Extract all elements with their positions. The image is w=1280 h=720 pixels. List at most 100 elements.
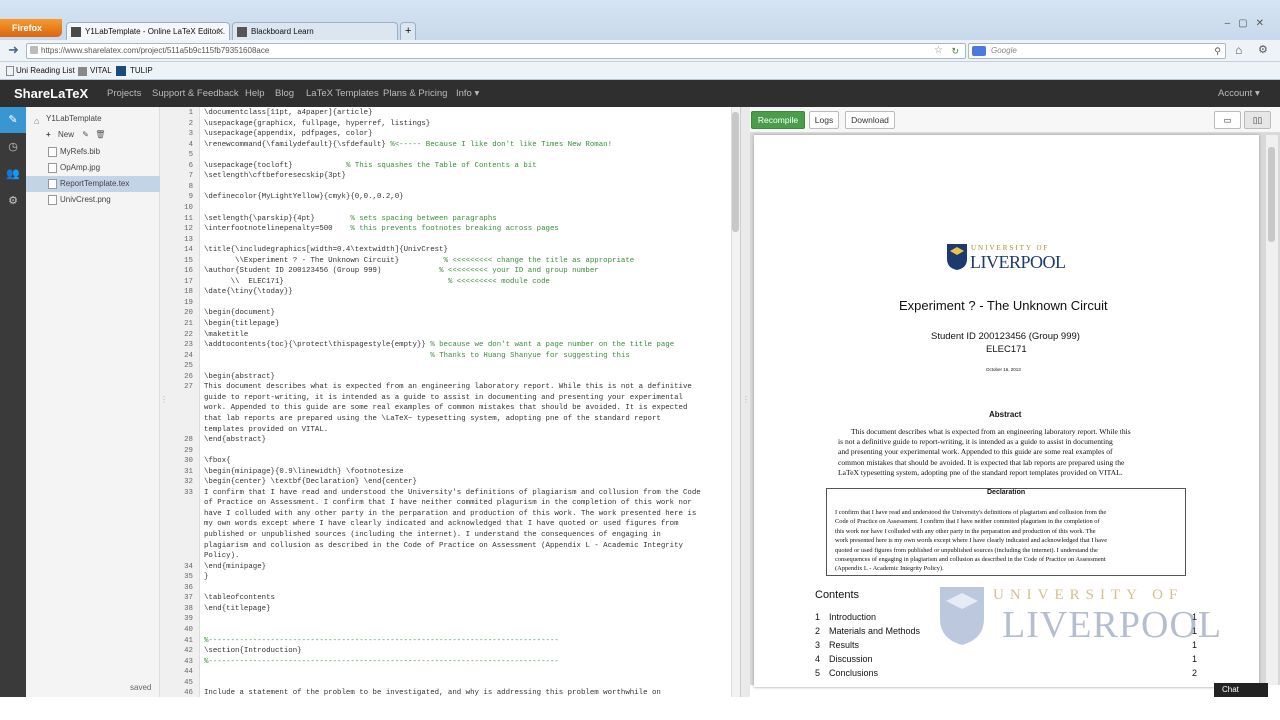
logs-button[interactable]: Logs (809, 111, 839, 129)
tab-label: Blackboard Learn (251, 27, 314, 36)
toolbar-menu-icon[interactable]: ⚙ (1258, 43, 1268, 56)
new-tab-button[interactable]: + (400, 22, 416, 40)
code-comment: % sets spacing between paragraphs (350, 214, 497, 223)
code-comment: %<----- Because I like don't like Times … (390, 140, 613, 149)
bookmark-tulip[interactable]: TULIP (130, 62, 153, 80)
chat-button[interactable]: Chat (1214, 683, 1268, 697)
file-icon (48, 147, 57, 157)
code-line: \documentclass[11pt, a4paper]{article} (204, 109, 373, 117)
line-number: 27 (184, 383, 193, 392)
nav-help[interactable]: Help (245, 80, 265, 107)
search-placeholder: Google (991, 46, 1017, 55)
file-myrefs[interactable]: MyRefs.bib (26, 144, 160, 160)
account-menu[interactable]: Account ▾ (1218, 80, 1260, 107)
minimize-icon[interactable]: – (1225, 18, 1239, 29)
tulip-favicon-icon (116, 66, 126, 76)
collapse-handle-icon[interactable]: ⋮ (160, 395, 168, 409)
split-view-button[interactable]: ▯▯ (1244, 111, 1271, 129)
line-number: 40 (184, 625, 193, 634)
bookmark-star-icon[interactable]: ☆ (934, 44, 943, 58)
line-number: 4 (188, 140, 193, 149)
search-engine-icon[interactable] (972, 46, 986, 56)
code-line: I confirm that I have read and understoo… (204, 488, 701, 497)
firefox-menu-button[interactable]: Firefox (0, 19, 62, 37)
code-comment: % this prevents footnotes breaking acros… (350, 225, 559, 234)
nav-info-label: Info (456, 88, 472, 99)
code-editor[interactable]: \documentclass[11pt, a4paper]{article} \u… (200, 107, 730, 697)
code-line: my own words except where I have clearly… (204, 520, 679, 529)
line-number: 6 (188, 161, 193, 170)
bookmark-uni-reading-list[interactable]: Uni Reading List (16, 62, 75, 80)
code-line: \begin{abstract} (204, 372, 275, 381)
delete-trash-icon[interactable]: 🗑 (95, 130, 105, 139)
rail-editor-button[interactable]: ✎ (0, 107, 26, 133)
toc-page: 2 (1192, 668, 1198, 678)
line-number: 10 (184, 203, 193, 212)
rail-history-button[interactable]: ◷ (0, 134, 26, 160)
file-univcrest[interactable]: UnivCrest.png (26, 192, 160, 208)
file-reporttemplate[interactable]: ReportTemplate.tex (26, 176, 160, 192)
account-label: Account (1218, 88, 1253, 99)
close-window-icon[interactable]: ✕ (1256, 18, 1272, 29)
rail-settings-button[interactable]: ⚙ (0, 188, 26, 214)
rename-pencil-icon[interactable]: ✎ (82, 130, 89, 139)
url-bar[interactable]: https://www.sharelatex.com/project/511a5… (26, 43, 966, 59)
code-line: \end{titlepage} (204, 604, 271, 613)
line-number: 32 (184, 478, 193, 487)
line-number: 8 (188, 182, 193, 191)
nav-projects[interactable]: Projects (107, 80, 141, 107)
download-button[interactable]: Download (845, 111, 895, 129)
code-line: plagiarism and collusion as described in… (204, 541, 683, 550)
code-line: of Practice on Assessment. I confirm tha… (204, 499, 692, 508)
search-input[interactable]: Google ⚲ (968, 43, 1226, 59)
line-number: 23 (184, 341, 193, 350)
bookmark-vital[interactable]: VITAL (90, 62, 112, 80)
rail-share-button[interactable]: 👥 (0, 161, 26, 187)
reload-icon[interactable]: ↻ (951, 44, 959, 58)
code-line: \definecolor{MyLightYellow}{cmyk}{0,0.,0… (204, 193, 404, 202)
site-identity-icon[interactable] (30, 46, 38, 54)
abstract-line: and presenting your experimental work. A… (838, 447, 1113, 457)
project-folder[interactable]: ⌂ Y1LabTemplate (26, 111, 160, 127)
nav-support[interactable]: Support & Feedback (152, 80, 239, 107)
toc-number: 1 (815, 612, 821, 622)
line-number: 39 (184, 615, 193, 624)
close-tab-icon[interactable]: ✕ (216, 23, 224, 40)
nav-plans-pricing[interactable]: Plans & Pricing (383, 80, 447, 107)
file-opamp[interactable]: OpAmp.jpg (26, 160, 160, 176)
window-controls[interactable]: –▢✕ (1225, 18, 1272, 29)
editor-scrollbar-thumb[interactable] (732, 112, 739, 232)
line-number: 18 (184, 288, 193, 297)
pdf-title: Experiment ? - The Unknown Circuit (899, 298, 1108, 313)
code-line: published or unpublished sources (includ… (204, 531, 661, 539)
nav-latex-templates[interactable]: LaTeX Templates (306, 80, 379, 107)
tab-blackboard[interactable]: Blackboard Learn (232, 22, 398, 40)
pdf-scrollbar-thumb[interactable] (1268, 147, 1275, 242)
nav-blog[interactable]: Blog (275, 80, 294, 107)
home-icon[interactable]: ⌂ (1235, 43, 1242, 57)
code-line: \fbox{ (204, 457, 231, 466)
nav-info[interactable]: Info ▾ (456, 80, 479, 107)
single-pane-view-button[interactable]: ▭ (1214, 111, 1241, 129)
recompile-button[interactable]: Recompile (751, 111, 805, 129)
splitter-handle-icon[interactable]: ⋮ (742, 395, 750, 404)
code-line: This document describes what is expected… (204, 383, 692, 392)
line-number: 43 (184, 657, 193, 666)
code-line: } (204, 573, 209, 582)
code-line: \end{abstract} (204, 436, 267, 445)
new-file-button[interactable]: + New ✎ 🗑 (26, 127, 160, 143)
line-number: 26 (184, 372, 193, 381)
crest-small-text: UNIVERSITY OF (971, 244, 1050, 252)
maximize-icon[interactable]: ▢ (1238, 18, 1255, 29)
toc-title: Results (829, 640, 860, 650)
brand-logo[interactable]: ShareLaTeX (14, 80, 88, 107)
toc-page: 1 (1192, 654, 1198, 664)
line-number: 12 (184, 225, 193, 234)
search-icon[interactable]: ⚲ (1214, 44, 1221, 58)
tab-sharelatex[interactable]: Y1LabTemplate - Online LaTeX Editor... ✕ (66, 22, 230, 40)
toc-title: Conclusions (829, 668, 879, 678)
back-arrow-icon[interactable]: ➜ (8, 42, 19, 58)
line-number: 5 (188, 151, 193, 160)
code-comment: %---------------------------------------… (204, 636, 559, 645)
pdf-scrollbar[interactable] (1266, 135, 1278, 685)
